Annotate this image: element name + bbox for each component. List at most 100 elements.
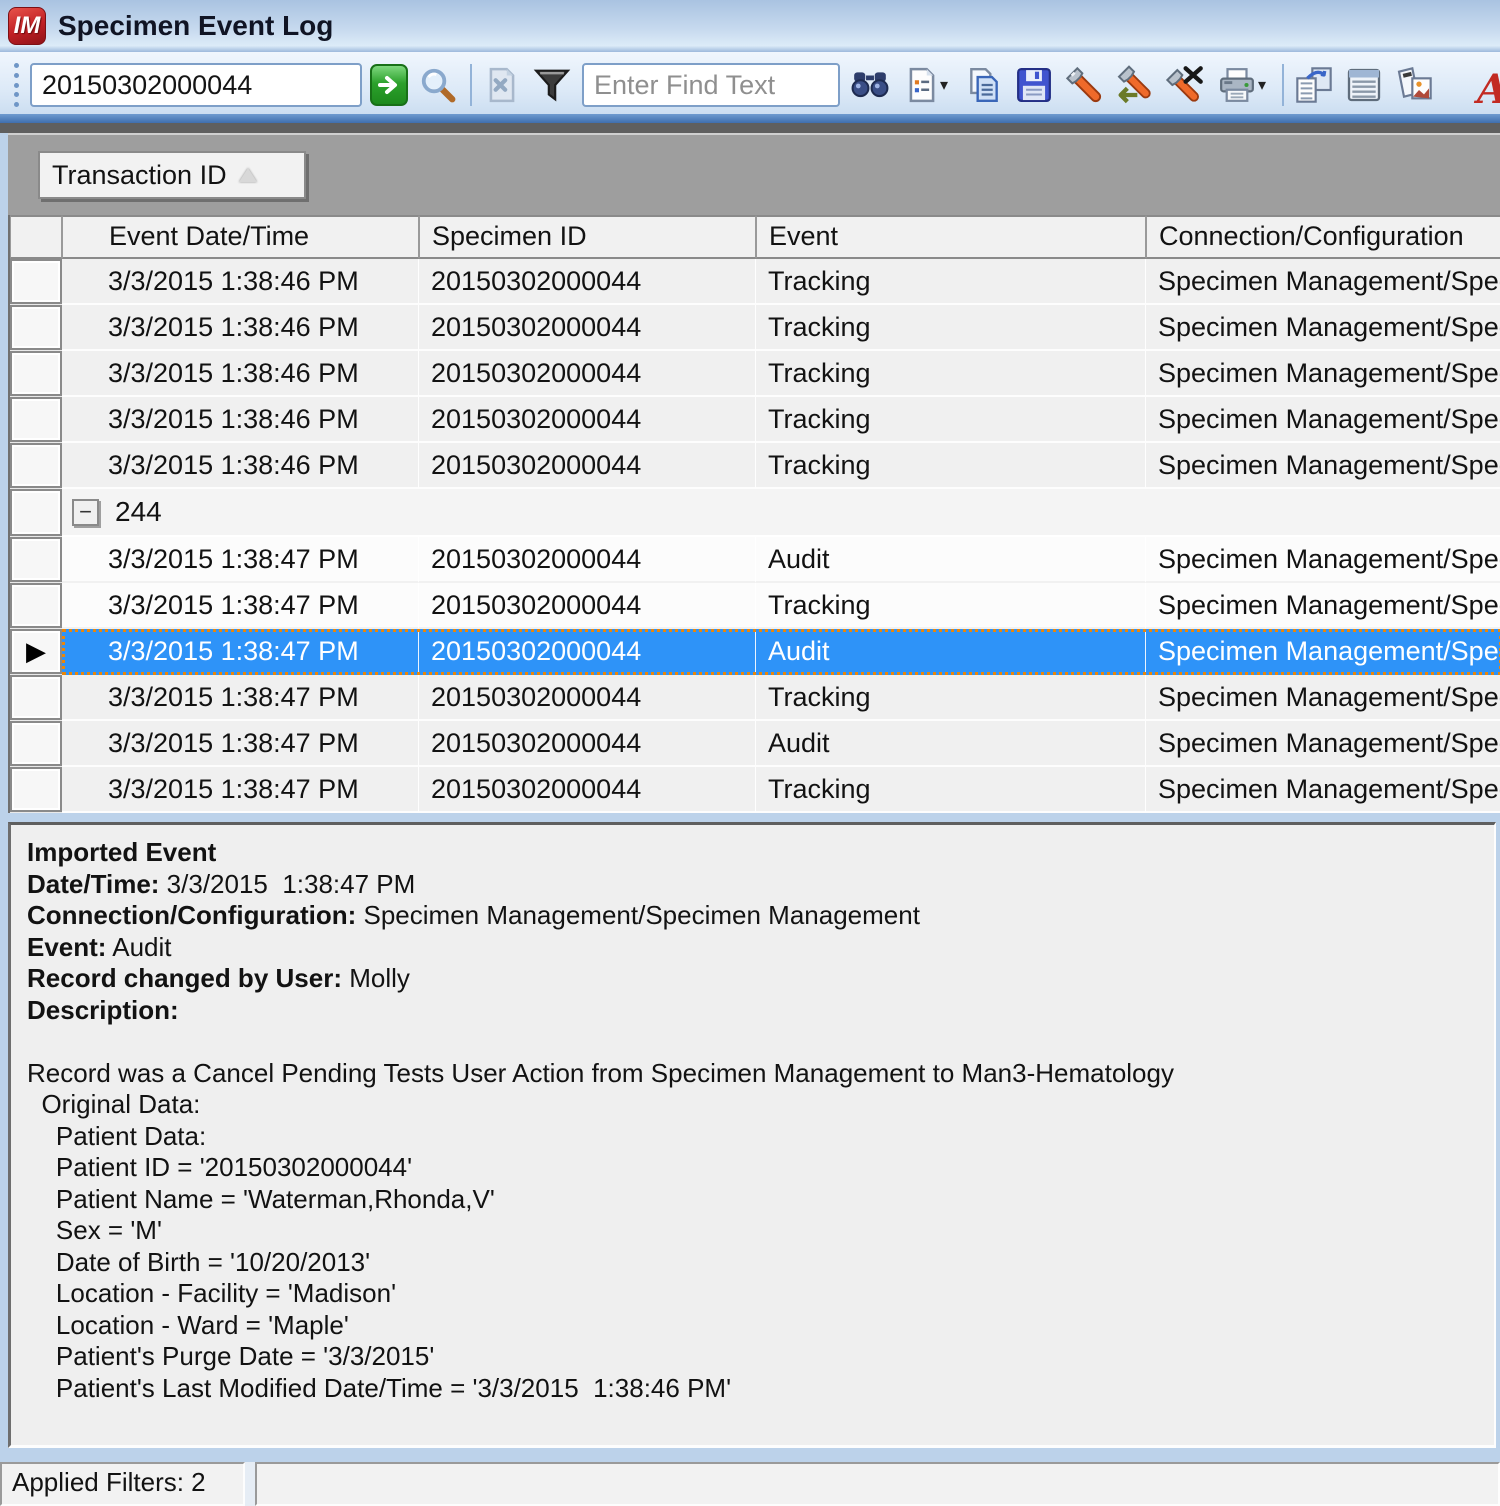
detail-field-label: Event: [27, 932, 106, 962]
cell-event-datetime[interactable]: 3/3/2015 1:38:47 PM [62, 767, 419, 813]
cell-event-datetime[interactable]: 3/3/2015 1:38:46 PM [62, 305, 419, 351]
table-row[interactable]: ▶ 3/3/2015 1:38:46 PM 20150302000044 Tra… [10, 305, 1500, 351]
detail-title: Imported Event [27, 837, 216, 867]
image-report-button[interactable] [1394, 63, 1434, 107]
record-search-input[interactable] [30, 63, 362, 107]
table-row[interactable]: ▶ 3/3/2015 1:38:47 PM 20150302000044 Aud… [10, 629, 1500, 675]
table-row[interactable]: ▶ 3/3/2015 1:38:47 PM 20150302000044 Tra… [10, 767, 1500, 813]
cell-event-datetime[interactable]: 3/3/2015 1:38:46 PM [62, 443, 419, 489]
row-selector-cell[interactable]: ▶ [10, 767, 62, 812]
cell-event-datetime[interactable]: 3/3/2015 1:38:46 PM [62, 351, 419, 397]
collapse-group-icon[interactable]: − [72, 499, 99, 526]
row-selector-cell[interactable]: ▶ [10, 583, 62, 628]
configure-checkin-button[interactable] [1114, 63, 1154, 107]
cell-connection-configuration[interactable]: Specimen Management/Specimen Management [1146, 351, 1500, 397]
column-header-event[interactable]: Event [756, 215, 1146, 259]
cell-event[interactable]: Tracking [756, 443, 1146, 489]
row-selector-cell[interactable]: ▶ [10, 259, 62, 304]
cell-specimen-id[interactable]: 20150302000044 [419, 397, 756, 443]
detail-field-label: Date/Time: [27, 869, 159, 899]
cell-specimen-id[interactable]: 20150302000044 [419, 443, 756, 489]
cell-event[interactable]: Tracking [756, 259, 1146, 305]
cell-event-datetime[interactable]: 3/3/2015 1:38:47 PM [62, 721, 419, 767]
configure-button[interactable] [1064, 63, 1104, 107]
cell-specimen-id[interactable]: 20150302000044 [419, 305, 756, 351]
table-row[interactable]: ▶ 3/3/2015 1:38:46 PM 20150302000044 Tra… [10, 259, 1500, 305]
cell-specimen-id[interactable]: 20150302000044 [419, 259, 756, 305]
transfer-document-icon [1294, 65, 1334, 105]
cell-specimen-id[interactable]: 20150302000044 [419, 767, 756, 813]
find-text-input[interactable] [582, 63, 840, 107]
cell-connection-configuration[interactable]: Specimen Management/Specimen Management [1146, 537, 1500, 583]
report-button[interactable] [1344, 63, 1384, 107]
cell-event[interactable]: Tracking [756, 397, 1146, 443]
row-selector-cell[interactable]: ▶ [10, 675, 62, 720]
cell-event[interactable]: Audit [756, 629, 1146, 675]
filter-button[interactable] [532, 63, 572, 107]
cell-connection-configuration[interactable]: Specimen Management/Specimen Management [1146, 305, 1500, 351]
table-row[interactable]: ▶ 3/3/2015 1:38:46 PM 20150302000044 Tra… [10, 351, 1500, 397]
cell-connection-configuration[interactable]: Specimen Management/Specimen Management [1146, 397, 1500, 443]
cell-connection-configuration[interactable]: Specimen Management/Specimen Management [1146, 721, 1500, 767]
view-options-button[interactable]: ▾ [900, 63, 954, 107]
cell-event-datetime[interactable]: 3/3/2015 1:38:47 PM [62, 583, 419, 629]
row-selector-cell[interactable]: ▶ [10, 537, 62, 582]
cell-specimen-id[interactable]: 20150302000044 [419, 537, 756, 583]
cell-connection-configuration[interactable]: Specimen Management/Specimen Management [1146, 767, 1500, 813]
font-letter-a-icon[interactable]: A [1477, 66, 1500, 113]
cell-event[interactable]: Tracking [756, 351, 1146, 397]
row-selector-cell[interactable]: ▶ [10, 721, 62, 766]
configure-checkin-wrench-icon [1114, 65, 1154, 105]
clear-find-button[interactable] [482, 63, 522, 107]
cell-event[interactable]: Audit [756, 537, 1146, 583]
cell-specimen-id[interactable]: 20150302000044 [419, 721, 756, 767]
cell-specimen-id[interactable]: 20150302000044 [419, 629, 756, 675]
column-header-specimen-id[interactable]: Specimen ID [419, 215, 756, 259]
find-next-button[interactable] [850, 63, 890, 107]
copy-button[interactable] [964, 63, 1004, 107]
table-row[interactable]: ▶ 3/3/2015 1:38:47 PM 20150302000044 Aud… [10, 537, 1500, 583]
column-header-event-datetime[interactable]: Event Date/Time [62, 215, 419, 259]
search-button[interactable] [418, 63, 458, 107]
row-selector-cell[interactable]: ▶ [10, 397, 62, 442]
cell-specimen-id[interactable]: 20150302000044 [419, 351, 756, 397]
cell-event-datetime[interactable]: 3/3/2015 1:38:47 PM [62, 629, 419, 675]
cell-connection-configuration[interactable]: Specimen Management/Specimen Management [1146, 583, 1500, 629]
row-selector-cell[interactable]: ▶ [10, 629, 62, 674]
cell-event[interactable]: Tracking [756, 583, 1146, 629]
row-selector-cell[interactable]: ▶ [10, 305, 62, 350]
row-selector-cell[interactable] [10, 489, 62, 536]
table-row[interactable]: ▶ 3/3/2015 1:38:46 PM 20150302000044 Tra… [10, 397, 1500, 443]
cell-connection-configuration[interactable]: Specimen Management/Specimen Management [1146, 443, 1500, 489]
cell-event[interactable]: Tracking [756, 767, 1146, 813]
table-row[interactable]: ▶ 3/3/2015 1:38:47 PM 20150302000044 Aud… [10, 721, 1500, 767]
cell-connection-configuration[interactable]: Specimen Management/Specimen Management [1146, 629, 1500, 675]
cell-event-datetime[interactable]: 3/3/2015 1:38:47 PM [62, 537, 419, 583]
save-button[interactable] [1014, 63, 1054, 107]
table-row[interactable]: ▶ 3/3/2015 1:38:46 PM 20150302000044 Tra… [10, 443, 1500, 489]
cell-event[interactable]: Tracking [756, 675, 1146, 721]
table-row[interactable]: ▶ 3/3/2015 1:38:47 PM 20150302000044 Tra… [10, 675, 1500, 721]
table-row[interactable]: ▶ 3/3/2015 1:38:47 PM 20150302000044 Tra… [10, 583, 1500, 629]
row-selector-cell[interactable]: ▶ [10, 351, 62, 396]
group-by-field-button[interactable]: Transaction ID [38, 151, 306, 199]
cell-connection-configuration[interactable]: Specimen Management/Specimen Management [1146, 259, 1500, 305]
group-row[interactable]: − 244 [10, 489, 1500, 537]
go-button[interactable] [370, 64, 408, 106]
group-by-band[interactable]: Transaction ID [8, 133, 1500, 215]
cell-event[interactable]: Audit [756, 721, 1146, 767]
column-header-connection-configuration[interactable]: Connection/Configuration [1146, 215, 1500, 259]
cell-specimen-id[interactable]: 20150302000044 [419, 583, 756, 629]
cell-event[interactable]: Tracking [756, 305, 1146, 351]
configure-delete-button[interactable] [1164, 63, 1204, 107]
cell-event-datetime[interactable]: 3/3/2015 1:38:46 PM [62, 259, 419, 305]
cell-specimen-id[interactable]: 20150302000044 [419, 675, 756, 721]
cell-event-datetime[interactable]: 3/3/2015 1:38:47 PM [62, 675, 419, 721]
transfer-button[interactable] [1294, 63, 1334, 107]
cell-connection-configuration[interactable]: Specimen Management/Specimen Management [1146, 675, 1500, 721]
toolbar-grip-handle[interactable] [12, 63, 20, 107]
cell-event-datetime[interactable]: 3/3/2015 1:38:46 PM [62, 397, 419, 443]
applied-filters-status: Applied Filters: 2 [0, 1462, 245, 1506]
row-selector-cell[interactable]: ▶ [10, 443, 62, 488]
print-button[interactable]: ▾ [1214, 63, 1270, 107]
